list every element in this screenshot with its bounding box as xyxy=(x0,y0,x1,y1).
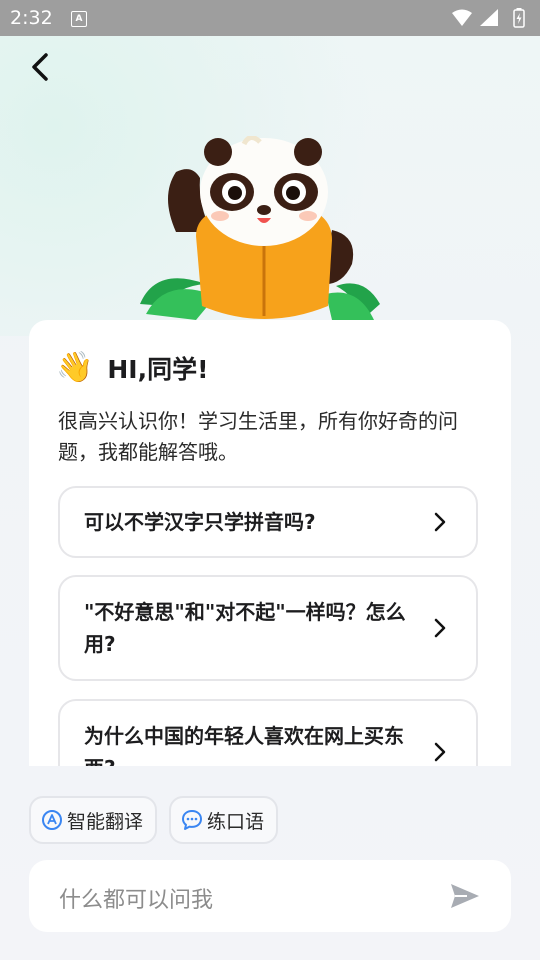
translate-icon xyxy=(42,810,62,830)
waving-hand-icon: 👋 xyxy=(56,350,94,385)
translate-chip-label: 智能翻译 xyxy=(67,810,144,833)
status-time: 2:32 xyxy=(10,7,53,29)
back-button[interactable] xyxy=(24,50,60,86)
suggested-question[interactable]: 为什么中国的年轻人喜欢在网上买东西? xyxy=(58,699,478,766)
greeting-title: HI,同学! xyxy=(107,355,209,384)
speaking-practice-label: 练口语 xyxy=(207,810,265,833)
suggested-question[interactable]: "不好意思"和"对不起"一样吗？怎么用? xyxy=(58,575,478,681)
question-text: 可以不学汉字只学拼音吗? xyxy=(84,510,316,534)
status-icons xyxy=(452,8,525,28)
chevron-right-icon xyxy=(434,742,446,762)
speaking-practice-chip[interactable]: 练口语 xyxy=(169,796,279,844)
chevron-right-icon xyxy=(434,618,446,638)
chat-welcome-card: 👋 HI,同学! 很高兴认识你！学习生活里，所有你好奇的问题，我都能解答哦。 可… xyxy=(29,320,511,766)
translate-chip[interactable]: 智能翻译 xyxy=(29,796,158,844)
message-input-bar[interactable]: 什么都可以问我 xyxy=(29,860,511,932)
status-bar: 2:32 A xyxy=(0,0,540,36)
chevron-right-icon xyxy=(434,512,446,532)
panda-mascot xyxy=(140,136,380,320)
message-input-placeholder: 什么都可以问我 xyxy=(59,888,214,913)
notification-icon: A xyxy=(71,11,87,27)
signal-icon xyxy=(480,9,498,26)
send-icon[interactable] xyxy=(449,882,481,910)
greeting-row: 👋 HI,同学! xyxy=(56,350,208,386)
chat-bubble-icon xyxy=(182,810,203,830)
question-text: 为什么中国的年轻人喜欢在网上买东西? xyxy=(84,724,404,766)
suggested-question[interactable]: 可以不学汉字只学拼音吗? xyxy=(58,486,478,558)
question-text: "不好意思"和"对不起"一样吗？怎么用? xyxy=(84,600,406,656)
intro-text: 很高兴认识你！学习生活里，所有你好奇的问题，我都能解答哦。 xyxy=(58,409,458,464)
wifi-icon xyxy=(452,9,472,26)
quick-action-chips: 智能翻译 练口语 xyxy=(29,796,290,844)
